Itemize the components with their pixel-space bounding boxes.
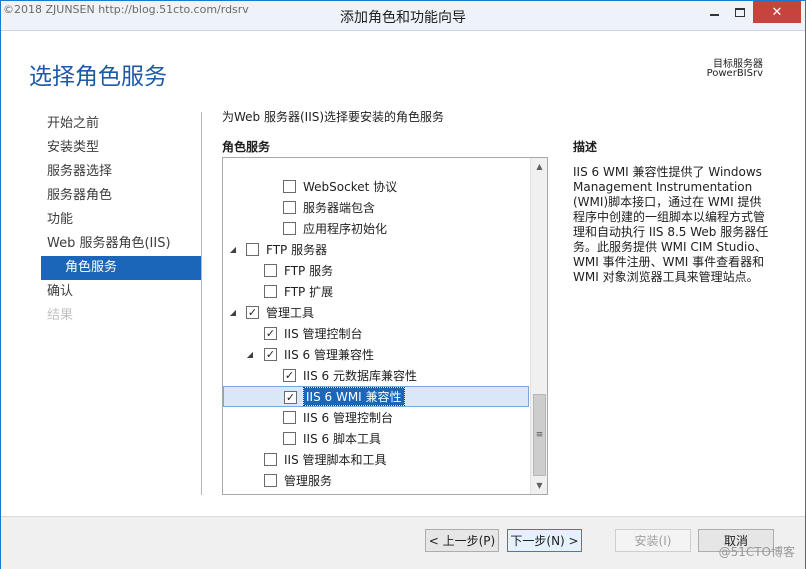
tree-item[interactable]: 应用程序初始化 — [223, 218, 529, 239]
checkbox-unchecked[interactable] — [264, 453, 277, 466]
checkbox-unchecked[interactable] — [264, 285, 277, 298]
checkbox-unchecked[interactable] — [283, 432, 296, 445]
checkbox-checked[interactable]: ✓ — [246, 306, 259, 319]
target-server-value: PowerBISrv — [706, 68, 763, 79]
checkbox-checked[interactable]: ✓ — [284, 391, 297, 404]
expander-icon[interactable]: ◢ — [228, 302, 238, 323]
tree-item[interactable]: FTP 服务 — [223, 260, 529, 281]
tree-item[interactable]: ✓ IIS 管理控制台 — [223, 323, 529, 344]
tree-item-label: IIS 6 元数据库兼容性 — [303, 369, 417, 383]
scroll-up-icon[interactable]: ▲ — [531, 158, 547, 175]
checkbox-unchecked[interactable] — [283, 411, 296, 424]
nav-item-server-roles[interactable]: 服务器角色 — [41, 184, 201, 208]
watermark-text-bottom: @51CTO博客 — [718, 545, 795, 559]
scroll-thumb[interactable]: ≡ — [533, 394, 546, 476]
tree-item-label: 管理服务 — [284, 474, 333, 488]
checkbox-unchecked[interactable] — [283, 222, 296, 235]
page-title: 选择角色服务 — [29, 64, 167, 90]
nav-item-web-server-role[interactable]: Web 服务器角色(IIS) — [41, 232, 201, 256]
tree-item[interactable]: ✓ IIS 6 WMI 兼容性 — [223, 386, 529, 407]
tree-item[interactable]: FTP 扩展 — [223, 281, 529, 302]
description-text: IIS 6 WMI 兼容性提供了 Windows Management Inst… — [573, 165, 769, 284]
instruction-text: 为Web 服务器(IIS)选择要安装的角色服务 — [222, 110, 445, 124]
nav-item-installation-type[interactable]: 安装类型 — [41, 136, 201, 160]
nav-item-before-you-begin[interactable]: 开始之前 — [41, 112, 201, 136]
tree-item[interactable]: IIS 6 管理控制台 — [223, 407, 529, 428]
checkbox-unchecked[interactable] — [246, 243, 259, 256]
tree-item-label: IIS 6 WMI 兼容性 — [303, 387, 405, 406]
scroll-down-icon[interactable]: ▼ — [531, 477, 547, 494]
tree-item-label: 管理工具 — [266, 306, 315, 320]
tree-item[interactable]: ◢ ✓ 管理工具 — [223, 302, 529, 323]
description-heading: 描述 — [573, 140, 598, 154]
tree-item-label: IIS 6 脚本工具 — [303, 432, 381, 446]
tree-item[interactable]: IIS 6 脚本工具 — [223, 428, 529, 449]
tree-item-label: IIS 管理控制台 — [284, 327, 363, 341]
tree-item[interactable]: 管理服务 — [223, 470, 529, 491]
tree-item[interactable]: ◢ ✓ IIS 6 管理兼容性 — [223, 344, 529, 365]
nav-item-confirmation[interactable]: 确认 — [41, 280, 201, 304]
tree-item-label: WebSocket 协议 — [303, 180, 398, 194]
close-button[interactable]: ✕ — [753, 1, 801, 23]
nav-item-features[interactable]: 功能 — [41, 208, 201, 232]
tree-item-label: FTP 服务器 — [266, 243, 328, 257]
tree-item-label: IIS 6 管理控制台 — [303, 411, 393, 425]
tree-item-label: IIS 6 管理兼容性 — [284, 348, 374, 362]
checkbox-unchecked[interactable] — [283, 180, 296, 193]
nav-item-role-services[interactable]: 角色服务 — [41, 256, 201, 280]
checkbox-checked[interactable]: ✓ — [283, 369, 296, 382]
checkbox-checked[interactable]: ✓ — [264, 327, 277, 340]
tree-item-label: IIS 管理脚本和工具 — [284, 453, 387, 467]
wizard-footer: < 上一步(P) 下一步(N) > 安装(I) 取消 @51CTO博客 — [1, 516, 805, 569]
next-button[interactable]: 下一步(N) > — [507, 529, 582, 552]
expander-icon[interactable]: ◢ — [245, 344, 255, 365]
maximize-button[interactable] — [727, 1, 753, 23]
nav-item-results: 结果 — [47, 308, 74, 323]
close-icon: ✕ — [771, 4, 783, 20]
nav-item-server-selection[interactable]: 服务器选择 — [41, 160, 201, 184]
window-title: 添加角色和功能向导 — [340, 10, 466, 26]
tree-item-label: FTP 扩展 — [284, 285, 334, 299]
tree-item[interactable]: IIS 管理脚本和工具 — [223, 449, 529, 470]
tree-item[interactable]: ✓ IIS 6 元数据库兼容性 — [223, 365, 529, 386]
title-bar[interactable]: ©2018 ZJUNSEN http://blog.51cto.com/rdsr… — [1, 1, 805, 31]
minimize-button[interactable] — [701, 1, 727, 23]
tree-item-label: FTP 服务 — [284, 264, 334, 278]
tree-item[interactable]: 服务器端包含 — [223, 197, 529, 218]
install-button[interactable]: 安装(I) — [615, 529, 691, 552]
checkbox-unchecked[interactable] — [264, 474, 277, 487]
wizard-window: ©2018 ZJUNSEN http://blog.51cto.com/rdsr… — [0, 0, 806, 569]
role-services-heading: 角色服务 — [222, 140, 271, 154]
tree-scrollbar[interactable]: ▲ ≡ ▼ — [530, 158, 547, 494]
tree-item-label: 服务器端包含 — [303, 201, 376, 215]
role-services-tree[interactable]: WebSocket 协议 服务器端包含 应用程序初始化 ◢ FTP 服务器 FTP 服务 F… — [222, 157, 548, 495]
checkbox-checked[interactable]: ✓ — [264, 348, 277, 361]
checkbox-unchecked[interactable] — [283, 201, 296, 214]
maximize-icon — [735, 7, 745, 17]
minimize-icon — [709, 14, 719, 16]
checkbox-unchecked[interactable] — [264, 264, 277, 277]
tree-item[interactable]: ◢ FTP 服务器 — [223, 239, 529, 260]
tree-item[interactable]: WebSocket 协议 — [223, 176, 529, 197]
wizard-nav: 开始之前 安装类型 服务器选择 服务器角色 功能 Web 服务器角色(IIS) … — [41, 112, 201, 328]
previous-button[interactable]: < 上一步(P) — [425, 529, 499, 552]
expander-icon[interactable]: ◢ — [228, 239, 238, 260]
nav-divider — [201, 112, 202, 495]
tree-item-label: 应用程序初始化 — [303, 222, 388, 236]
